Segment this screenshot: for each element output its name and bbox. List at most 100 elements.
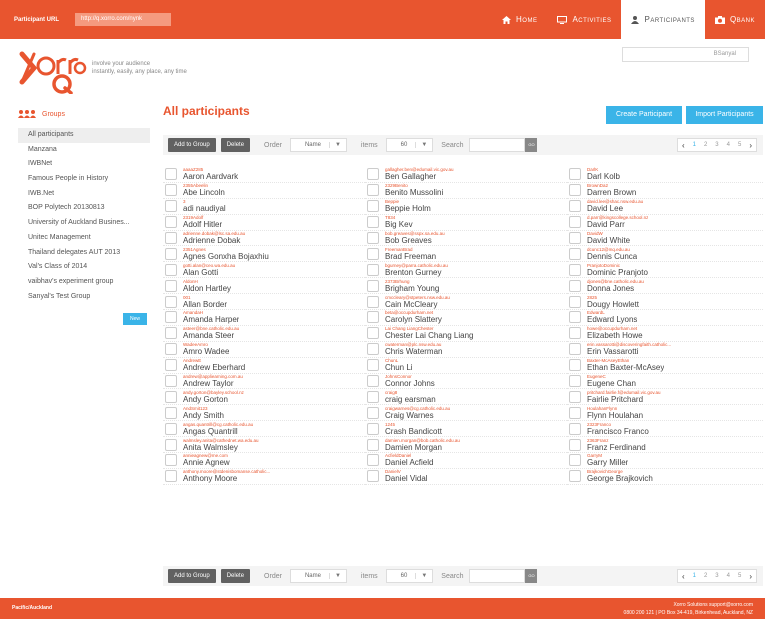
participant-card[interactable]: dcunc12@mq.edu.au Dennis Cunca xyxy=(567,246,763,263)
participant-checkbox[interactable] xyxy=(367,454,379,467)
page-link[interactable]: 2 xyxy=(700,142,711,148)
participant-checkbox[interactable] xyxy=(569,422,581,435)
participant-card[interactable]: 2825 Dougy Howlett xyxy=(567,294,763,311)
page-link[interactable]: 3 xyxy=(711,573,722,579)
participant-checkbox[interactable] xyxy=(165,232,177,244)
participant-checkbox[interactable] xyxy=(569,311,581,324)
participant-checkbox[interactable] xyxy=(165,454,177,467)
participant-checkbox[interactable] xyxy=(165,200,177,213)
participant-card[interactable]: 2351Agnes Agnes Gonxha Bojaxhiu xyxy=(163,246,365,263)
participant-checkbox[interactable] xyxy=(569,406,581,419)
nav-qbank[interactable]: Qbank xyxy=(705,0,765,39)
participant-card[interactable]: EdwardL Edward Lyons xyxy=(567,310,763,326)
participant-card[interactable]: BrownDa2 Darren Brown xyxy=(567,183,763,199)
page-link[interactable]: 3 xyxy=(711,142,722,148)
participant-card[interactable]: craig8 craig earsman xyxy=(365,389,567,406)
participant-card[interactable]: HoulahanFlynn Flynn Houlahan xyxy=(567,405,763,422)
participant-checkbox[interactable] xyxy=(165,470,177,483)
participant-card[interactable]: 2363Franz Franz Ferdinand xyxy=(567,437,763,454)
participant-card[interactable]: AldonH Aldon Hartley xyxy=(163,278,365,295)
participant-card[interactable]: pritchard.fairlie.f@edumail.vic.gov.au Fa… xyxy=(567,389,763,406)
participant-checkbox[interactable] xyxy=(165,343,177,356)
participant-card[interactable]: Baxter-McAseyEthan Ethan Baxter-McAsey xyxy=(567,358,763,374)
participant-card[interactable]: adrienne.dobak@lsc.sa.edu.au Adrienne Dob… xyxy=(163,231,365,247)
order-select[interactable]: Name ▼ xyxy=(289,138,347,152)
participant-card[interactable]: 2323Franco Francisco Franco xyxy=(567,421,763,438)
participant-checkbox[interactable] xyxy=(367,247,379,260)
participant-card[interactable]: ChunL Chun Li xyxy=(365,358,567,374)
participant-card[interactable]: 001 Allan Border xyxy=(163,294,365,311)
participant-checkbox[interactable] xyxy=(367,470,379,483)
participant-card[interactable]: d.parr@kingscollege.school.nz David Parr xyxy=(567,215,763,231)
group-item[interactable]: BOP Polytech 20130813 xyxy=(18,201,150,216)
participant-card[interactable]: PranjotoDominic Dominic Pranjoto xyxy=(567,262,763,279)
participant-card[interactable]: FreemanBrad Brad Freeman xyxy=(365,246,567,263)
participant-card[interactable]: asteer@bne.catholic.edu.au Amanda Steer xyxy=(163,326,365,342)
items-select[interactable]: 60 ▼ xyxy=(385,569,434,583)
participant-checkbox[interactable] xyxy=(367,438,379,451)
participant-card[interactable]: EugeneC Eugene Chan xyxy=(567,374,763,390)
participant-card[interactable]: craigwarnes@cg.catholic.edu.au Craig Warn… xyxy=(365,405,567,422)
participant-checkbox[interactable] xyxy=(569,279,581,292)
participant-checkbox[interactable] xyxy=(367,343,379,356)
participant-card[interactable]: DarlK Darl Kolb xyxy=(567,167,763,183)
participant-checkbox[interactable] xyxy=(367,359,379,372)
participant-card[interactable]: JohnsConnor Connor Johns xyxy=(365,374,567,390)
page-link[interactable]: 1 xyxy=(689,142,700,148)
participant-card[interactable]: bob.greaves@sspx.sa.edu.au Bob Greaves xyxy=(365,231,567,247)
group-item[interactable]: IWB.Net xyxy=(18,187,150,202)
search-input[interactable] xyxy=(469,138,526,152)
page-link[interactable]: 4 xyxy=(723,573,734,579)
add-to-group-button[interactable]: Add to Group xyxy=(168,138,216,152)
participant-card[interactable]: AmandaH Amanda Harper xyxy=(163,310,365,326)
participant-card[interactable]: T834 Big Kev xyxy=(365,215,567,231)
participant-url-field[interactable]: http://q.xorro.com/nynk xyxy=(75,13,172,26)
participant-checkbox[interactable] xyxy=(569,359,581,372)
participant-card[interactable]: bgurney@parra.catholic.edu.au Brenton Gur… xyxy=(365,262,567,279)
group-item[interactable]: IWBNet xyxy=(18,157,150,172)
participant-checkbox[interactable] xyxy=(569,216,581,229)
participant-checkbox[interactable] xyxy=(367,232,379,244)
search-input[interactable] xyxy=(469,569,526,583)
participant-card[interactable]: cmccleary@stpeters.nsw.edu.au Cain McClea… xyxy=(365,294,567,311)
participant-card[interactable]: cwaterman@plc.nsw.edu.au Chris Waterman xyxy=(365,342,567,358)
nav-home[interactable]: Home xyxy=(492,0,547,39)
participant-checkbox[interactable] xyxy=(165,422,177,435)
support-contact[interactable]: Xorro Solutions support@xorro.com xyxy=(624,601,753,609)
add-to-group-button[interactable]: Add to Group xyxy=(168,569,216,583)
participant-checkbox[interactable] xyxy=(367,279,379,292)
order-select[interactable]: Name ▼ xyxy=(289,569,347,583)
participant-card[interactable]: walmsley.anita@cathednet.wa.edu.au Anita … xyxy=(163,437,365,454)
participant-checkbox[interactable] xyxy=(165,295,177,308)
search-go-button[interactable]: GO xyxy=(525,569,538,583)
participant-card[interactable]: erin.vassarotti@discoveringfaith.catholi… xyxy=(567,342,763,358)
participant-card[interactable]: damien.morgan@bob.catholic.edu.au Damien … xyxy=(365,437,567,454)
participant-card[interactable]: Beppie Beppie Holm xyxy=(365,199,567,215)
participant-checkbox[interactable] xyxy=(569,343,581,356)
group-item[interactable]: Thailand delegates AUT 2013 xyxy=(18,246,150,261)
group-item[interactable]: Unitec Management xyxy=(18,231,150,246)
participant-checkbox[interactable] xyxy=(165,247,177,260)
participant-card[interactable]: howe@occupdurham.net Elizabeth Howe xyxy=(567,326,763,342)
participant-checkbox[interactable] xyxy=(569,470,581,483)
page-link[interactable]: 5 xyxy=(734,573,745,579)
participant-checkbox[interactable] xyxy=(165,311,177,324)
participant-card[interactable]: djones@bne.catholic.edu.au Donna Jones xyxy=(567,278,763,295)
user-menu[interactable]: BSanyal xyxy=(622,47,749,62)
nav-participants[interactable]: Participants xyxy=(621,0,705,39)
participant-checkbox[interactable] xyxy=(569,184,581,197)
group-item[interactable]: Famous People in History xyxy=(18,172,150,187)
participant-checkbox[interactable] xyxy=(569,295,581,308)
delete-button[interactable]: Delete xyxy=(220,569,251,583)
group-item[interactable]: Sanyal's Test Group xyxy=(18,290,150,305)
participant-checkbox[interactable] xyxy=(367,422,379,435)
participant-checkbox[interactable] xyxy=(165,406,177,419)
participant-checkbox[interactable] xyxy=(367,184,379,197)
participant-checkbox[interactable] xyxy=(165,327,177,340)
participant-card[interactable]: david.lee@shac.nsw.edu.au David Lee xyxy=(567,199,763,215)
page-link[interactable]: 1 xyxy=(689,573,700,579)
participant-card[interactable]: AndrewE Andrew Eberhard xyxy=(163,358,365,374)
participant-checkbox[interactable] xyxy=(165,168,177,181)
participant-checkbox[interactable] xyxy=(165,390,177,403)
participant-checkbox[interactable] xyxy=(367,390,379,403)
